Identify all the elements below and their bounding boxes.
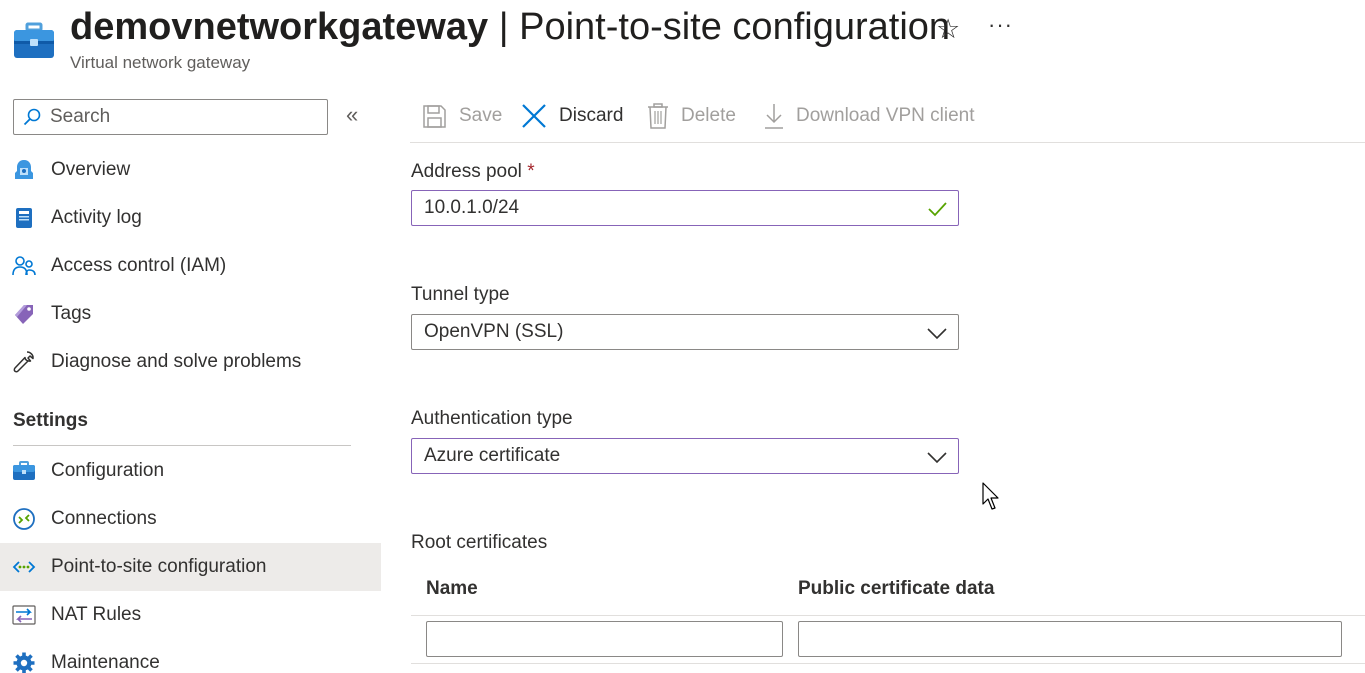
table-row-divider [411, 663, 1365, 664]
save-label: Save [459, 105, 503, 126]
auth-type-value: Azure certificate [424, 445, 561, 466]
auth-type-label: Authentication type [411, 408, 573, 429]
activity-log-icon [16, 208, 32, 228]
tunnel-type-dropdown[interactable]: OpenVPN (SSL) [411, 314, 959, 350]
tunnel-type-label: Tunnel type [411, 284, 510, 305]
sidebar-item-overview[interactable]: Overview [0, 146, 381, 194]
download-label: Download VPN client [796, 105, 975, 126]
delete-label: Delete [681, 105, 736, 126]
download-vpn-client-button[interactable]: Download VPN client [764, 100, 974, 132]
iam-people-icon [12, 256, 36, 276]
resource-name: demovnetworkgateway [70, 6, 489, 48]
auth-type-dropdown[interactable]: Azure certificate [411, 438, 959, 474]
point-to-site-icon [12, 561, 36, 573]
sidebar-item-configuration[interactable]: Configuration [0, 447, 381, 495]
download-arrow-icon [765, 104, 783, 129]
nat-rules-icon [12, 605, 36, 625]
sidebar-item-nat-rules[interactable]: NAT Rules [0, 591, 381, 639]
sidebar-item-label: Tags [51, 303, 92, 324]
sidebar-item-label: Overview [51, 159, 131, 180]
sidebar-item-label: Diagnose and solve problems [51, 351, 302, 372]
column-header-name: Name [426, 578, 478, 599]
cert-data-input[interactable] [798, 621, 1342, 657]
sidebar-item-connections[interactable]: Connections [0, 495, 381, 543]
sidebar-item-label: Activity log [51, 207, 142, 228]
sidebar-section-settings: Settings [13, 410, 88, 431]
chevron-down-icon [927, 452, 947, 464]
sidebar-item-label: NAT Rules [51, 604, 142, 625]
address-pool-value: 10.0.1.0/24 [424, 197, 520, 218]
overview-icon [15, 160, 33, 179]
sidebar-item-maintenance[interactable]: Maintenance [0, 639, 381, 673]
sidebar-item-diagnose[interactable]: Diagnose and solve problems [0, 338, 381, 386]
sidebar-item-tags[interactable]: Tags [0, 290, 381, 338]
maintenance-gear-icon [13, 652, 35, 673]
more-options-ellipsis-icon[interactable]: ··· [988, 12, 1013, 38]
search-icon [14, 108, 50, 126]
section-divider [13, 445, 351, 446]
sidebar-item-label: Connections [51, 508, 157, 529]
column-header-public-cert-data: Public certificate data [798, 578, 995, 599]
discard-x-icon [522, 104, 546, 128]
save-floppy-icon [423, 104, 446, 128]
sidebar-item-label: Configuration [51, 460, 165, 481]
sidebar-search-box[interactable] [13, 99, 328, 135]
sidebar-item-label: Point-to-site configuration [51, 556, 267, 577]
sidebar-item-label: Access control (IAM) [51, 255, 227, 276]
discard-label: Discard [559, 105, 624, 126]
address-pool-label: Address pool * [411, 161, 535, 182]
connections-icon [13, 508, 35, 530]
sidebar-item-label: Maintenance [51, 652, 160, 673]
cert-name-input[interactable] [426, 621, 783, 657]
toolbar-divider [410, 142, 1365, 143]
favorite-star-icon[interactable]: ☆ [936, 14, 960, 45]
address-pool-input[interactable]: 10.0.1.0/24 [411, 190, 959, 226]
collapse-sidebar-icon[interactable]: « [346, 102, 358, 128]
page-title: demovnetworkgateway | Point-to-site conf… [70, 6, 950, 49]
blade-name: | Point-to-site configuration [488, 6, 951, 48]
wrench-icon [13, 351, 34, 373]
mouse-pointer-icon [982, 482, 999, 510]
root-certificates-heading: Root certificates [411, 532, 548, 553]
valid-checkmark-icon [928, 202, 947, 217]
resource-type-subtitle: Virtual network gateway [70, 53, 251, 72]
sidebar-item-access-control[interactable]: Access control (IAM) [0, 242, 381, 290]
tag-icon [15, 305, 33, 324]
vpn-gateway-briefcase-icon [14, 22, 54, 58]
save-button[interactable]: Save [422, 100, 502, 132]
required-marker: * [527, 161, 535, 182]
discard-button[interactable]: Discard [521, 100, 623, 132]
trash-icon [648, 103, 668, 129]
table-header-divider [411, 615, 1365, 616]
delete-button[interactable]: Delete [647, 100, 736, 132]
sidebar-item-point-to-site[interactable]: Point-to-site configuration [0, 543, 381, 591]
sidebar-item-activity-log[interactable]: Activity log [0, 194, 381, 242]
tunnel-type-value: OpenVPN (SSL) [424, 321, 564, 342]
search-input[interactable] [50, 106, 310, 128]
configuration-icon [13, 461, 35, 480]
chevron-down-icon [927, 328, 947, 340]
